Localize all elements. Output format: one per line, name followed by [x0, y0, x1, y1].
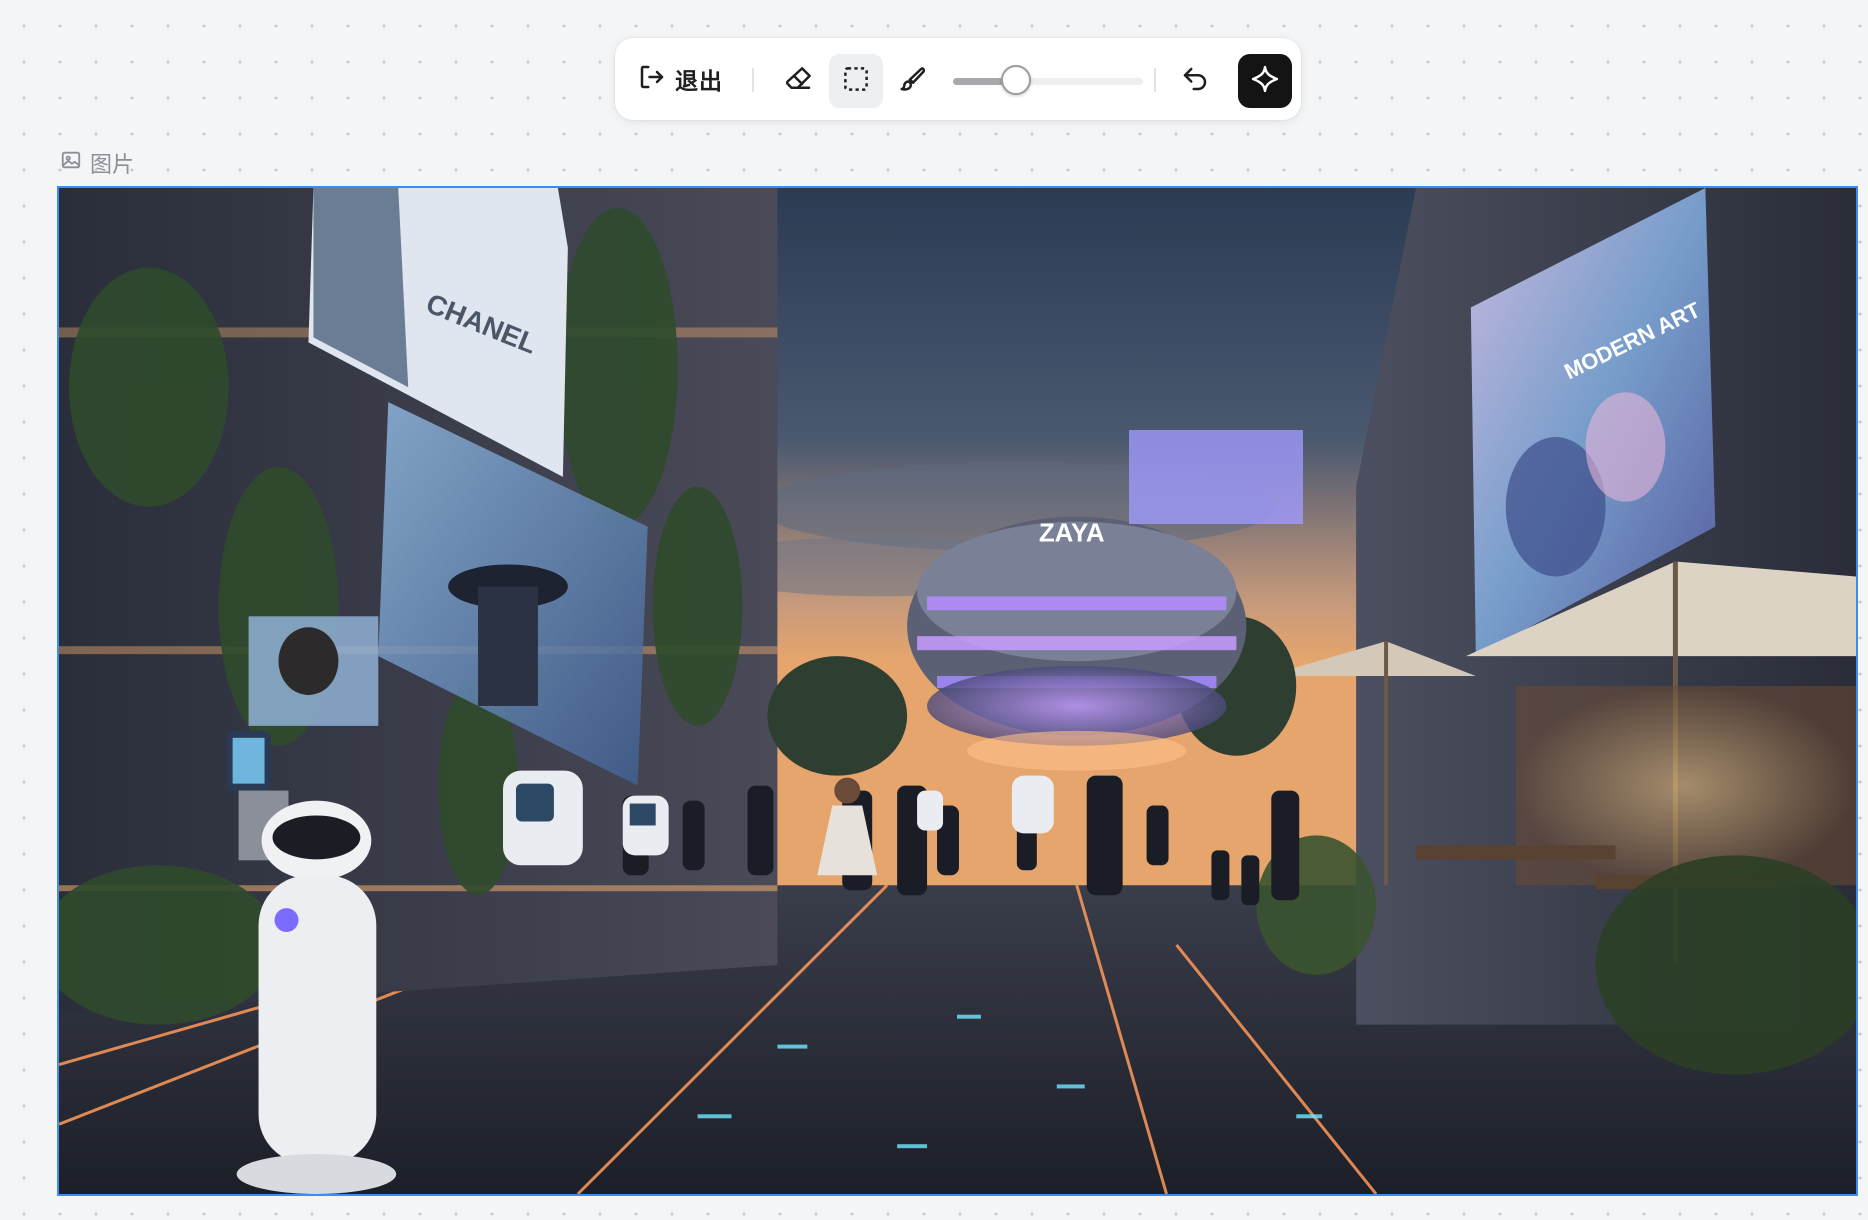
- exit-button[interactable]: 退出: [637, 60, 723, 98]
- sparkle-icon: [1250, 64, 1280, 99]
- brush-size-slider[interactable]: [953, 65, 1143, 95]
- exit-label: 退出: [675, 68, 723, 94]
- toolbar-divider: [752, 68, 754, 92]
- undo-button[interactable]: [1168, 54, 1222, 108]
- image-icon: [60, 149, 82, 177]
- eraser-button[interactable]: [772, 54, 826, 108]
- city-street-scene: CHANEL MODERN ART ZAYA: [59, 188, 1856, 1194]
- selection-button[interactable]: [829, 54, 883, 108]
- undo-icon: [1180, 64, 1210, 99]
- ai-generate-button[interactable]: [1238, 54, 1292, 108]
- selection-icon: [841, 64, 871, 99]
- edit-toolbar: 退出: [615, 38, 1301, 120]
- selection-mask[interactable]: [1129, 430, 1303, 524]
- image-label: 图片: [60, 147, 134, 179]
- exit-icon: [637, 62, 667, 97]
- brush-button[interactable]: [886, 54, 940, 108]
- canvas-image[interactable]: CHANEL MODERN ART ZAYA: [57, 186, 1858, 1196]
- slider-thumb[interactable]: [1000, 65, 1031, 95]
- eraser-icon: [784, 64, 814, 99]
- toolbar-divider: [1154, 68, 1156, 92]
- image-label-text: 图片: [90, 152, 135, 177]
- brush-icon: [898, 64, 928, 99]
- dome-sign-text: ZAYA: [1039, 520, 1105, 548]
